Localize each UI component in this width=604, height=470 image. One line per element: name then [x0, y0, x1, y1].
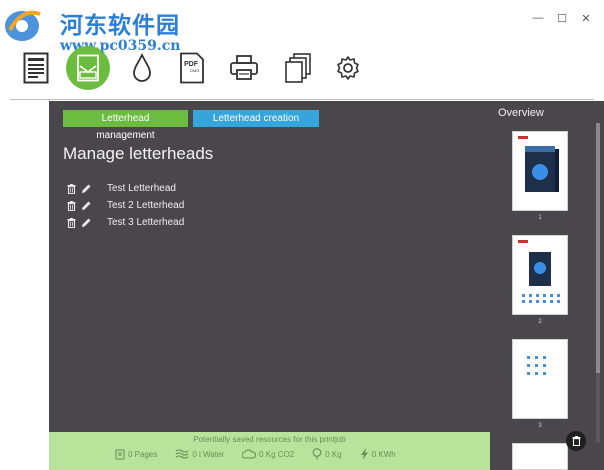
print-button[interactable]: [224, 48, 264, 88]
toolbar-separator: [10, 99, 594, 100]
page-thumbnail-2[interactable]: [512, 235, 568, 315]
minimize-button[interactable]: —: [532, 12, 544, 25]
watermark-logo-icon: [5, 10, 41, 41]
pencil-icon[interactable]: [80, 217, 92, 229]
letterhead-name[interactable]: Test 3 Letterhead: [107, 217, 184, 228]
copies-icon: [285, 53, 311, 83]
copies-button[interactable]: [278, 48, 318, 88]
tab-letterhead-creation[interactable]: Letterhead creation: [193, 110, 319, 127]
savings-items: 0 Pages 0 l Water 0 Kg CO2 0 Kg 0 KWh: [115, 448, 414, 460]
letterhead-button[interactable]: [66, 46, 110, 90]
pencil-icon[interactable]: [80, 200, 92, 212]
watermark: 河东软件园 www.pc0359.cn: [0, 0, 220, 54]
trash-icon[interactable]: [65, 200, 77, 212]
trash-icon[interactable]: [65, 183, 77, 195]
app-window: 河东软件园 www.pc0359.cn — ☐ ✕ PDF DMG Letter…: [0, 0, 604, 470]
list-item: Test 2 Letterhead: [65, 197, 184, 214]
page-thumbnail-3[interactable]: [512, 339, 568, 419]
document-button[interactable]: [16, 48, 56, 88]
savings-pages-value: 0 Pages: [128, 449, 158, 459]
list-item: Test 3 Letterhead: [65, 214, 184, 231]
settings-icon: [337, 56, 359, 80]
page-number-3: 3: [538, 423, 542, 429]
water-icon: [176, 449, 189, 459]
svg-text:PDF: PDF: [184, 61, 199, 68]
svg-text:DMG: DMG: [190, 68, 199, 73]
savings-tree: 0 Kg: [312, 448, 342, 460]
list-item: Test Letterhead: [65, 180, 184, 197]
savings-co2-value: 0 Kg CO2: [259, 449, 295, 459]
window-controls: — ☐ ✕: [532, 12, 592, 25]
savings-co2: 0 Kg CO2: [242, 449, 294, 459]
energy-icon: [360, 448, 368, 460]
co2-icon: [242, 449, 257, 459]
pdf-button[interactable]: PDF DMG: [172, 48, 212, 88]
feature-page-icon: [527, 356, 546, 375]
page-number-1: 1: [538, 215, 542, 221]
savings-tree-value: 0 Kg: [325, 449, 342, 459]
savings-title: Potentially saved resources for this pri…: [193, 435, 346, 444]
page-number-2: 2: [538, 319, 542, 325]
pdf-icon: PDF DMG: [180, 52, 204, 84]
page-title: Manage letterheads: [63, 144, 214, 163]
delete-page-button[interactable]: [566, 431, 586, 451]
document-icon: [23, 52, 49, 84]
pages-icon: [115, 449, 125, 459]
trash-icon: [572, 436, 580, 446]
drop-icon: [133, 53, 151, 82]
main-panel: Letterhead management Letterhead creatio…: [49, 101, 490, 432]
savings-energy-value: 0 KWh: [371, 449, 396, 459]
product-page-icon: [518, 240, 560, 303]
settings-button[interactable]: [328, 48, 368, 88]
overview-title: Overview: [498, 107, 544, 119]
maximize-button[interactable]: ☐: [556, 12, 568, 25]
tab-bar: Letterhead management Letterhead creatio…: [63, 110, 319, 141]
watermark-title: 河东软件园: [60, 13, 180, 39]
tree-icon: [312, 448, 322, 460]
trash-icon[interactable]: [65, 217, 77, 229]
savings-pages: 0 Pages: [115, 449, 157, 460]
tab-letterhead-management[interactable]: Letterhead management: [63, 110, 188, 141]
page-thumbnail-1[interactable]: [512, 131, 568, 211]
close-button[interactable]: ✕: [580, 12, 592, 25]
pencil-icon[interactable]: [80, 183, 92, 195]
ink-saver-button[interactable]: [122, 48, 162, 88]
page-thumbnail-4[interactable]: [512, 443, 568, 470]
savings-bar: Potentially saved resources for this pri…: [49, 432, 490, 470]
savings-energy: 0 KWh: [360, 448, 396, 460]
letterhead-name[interactable]: Test 2 Letterhead: [107, 200, 184, 211]
product-box-icon: [518, 136, 559, 192]
savings-water: 0 l Water: [175, 449, 224, 459]
overview-scrollbar-thumb[interactable]: [596, 123, 600, 373]
letterhead-list: Test Letterhead Test 2 Letterhead Test 3: [65, 180, 184, 231]
letterhead-name[interactable]: Test Letterhead: [107, 183, 176, 194]
letterhead-icon: [77, 54, 99, 82]
savings-water-value: 0 l Water: [192, 449, 225, 459]
overview-panel: Overview 1 2 3: [490, 101, 604, 470]
printer-icon: [230, 55, 258, 80]
